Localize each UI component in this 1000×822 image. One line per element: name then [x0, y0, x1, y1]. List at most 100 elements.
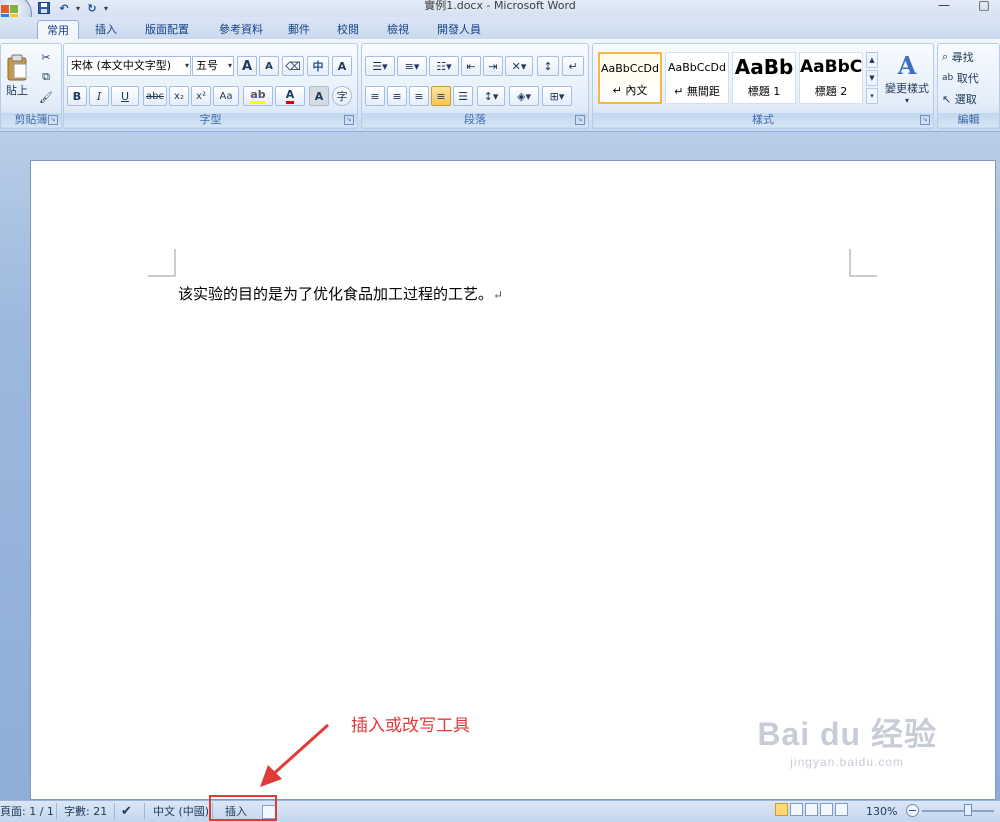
document-text[interactable]: 该实验的目的是为了优化食品加工过程的工艺。↵ [178, 283, 503, 304]
chevron-down-icon: ▾ [227, 61, 232, 70]
status-bar: 頁面: 1 / 1 字數: 21 ✔ 中文 (中國) 插入 130% − [0, 800, 1000, 822]
asian-layout-icon[interactable]: ✕▾ [505, 56, 533, 76]
enclose-characters-icon[interactable]: 字 [332, 86, 352, 106]
minimize-button[interactable]: — [935, 0, 953, 12]
page-count[interactable]: 頁面: 1 / 1 [0, 804, 54, 819]
styles-more-icon[interactable]: ▾ [866, 88, 878, 104]
format-painter-icon[interactable]: 🖌 [35, 88, 57, 106]
margin-corner-top-left [148, 249, 176, 277]
editing-group-label: 編輯 [938, 113, 999, 127]
shrink-font-button[interactable]: A [259, 56, 279, 76]
draft-view-icon[interactable] [835, 803, 848, 816]
tab-home[interactable]: 常用 [37, 20, 79, 40]
find-button[interactable]: ⌕ 尋找 [942, 48, 998, 66]
zoom-slider-thumb[interactable] [964, 804, 972, 816]
zoom-out-icon[interactable]: − [906, 804, 919, 817]
font-launcher-icon[interactable]: ↘ [344, 115, 354, 125]
align-left-icon[interactable]: ≡ [365, 86, 385, 106]
style-sample: AaBb [734, 55, 794, 79]
status-divider [114, 803, 115, 819]
full-screen-reading-icon[interactable] [790, 803, 803, 816]
style-sample: AaBbC [800, 57, 862, 77]
select-button[interactable]: ↖ 選取 [942, 90, 998, 108]
styles-scroll-down-icon[interactable]: ▼ [866, 70, 878, 86]
grow-font-button[interactable]: A [237, 56, 257, 76]
language-indicator[interactable]: 中文 (中國) [153, 804, 209, 819]
watermark-url: jingyan.baidu.com [790, 755, 905, 769]
bullets-icon[interactable]: ☰▾ [365, 56, 395, 76]
outline-view-icon[interactable] [820, 803, 833, 816]
tab-page-layout[interactable]: 版面配置 [136, 20, 198, 39]
styles-scroll-up-icon[interactable]: ▲ [866, 52, 878, 68]
cut-icon[interactable]: ✂ [35, 48, 57, 66]
decrease-indent-icon[interactable]: ⇤ [461, 56, 481, 76]
change-case-button[interactable]: Aa [213, 86, 239, 106]
word-count[interactable]: 字數: 21 [64, 804, 107, 819]
character-border-icon[interactable]: A [332, 56, 352, 76]
change-styles-button[interactable]: A 變更樣式 ▾ [882, 48, 932, 108]
multilevel-list-icon[interactable]: ☷▾ [429, 56, 459, 76]
show-marks-icon[interactable]: ↵ [562, 56, 584, 76]
strikethrough-button[interactable]: abc [143, 86, 167, 106]
numbering-icon[interactable]: ≡▾ [397, 56, 427, 76]
tab-references[interactable]: 參考資料 [210, 20, 272, 39]
paste-button[interactable]: 貼上 [3, 48, 31, 104]
watermark: Bai du 经验 jingyan.baidu.com [757, 709, 937, 769]
document-page[interactable]: 该实验的目的是为了优化食品加工过程的工艺。↵ 插入或改写工具 Bai du 经验… [30, 160, 996, 800]
replace-button[interactable]: ab 取代 [942, 69, 998, 87]
zoom-level[interactable]: 130% [866, 804, 897, 819]
style-tile-heading-2[interactable]: AaBbC 標題 2 [799, 52, 863, 104]
find-label: 尋找 [951, 51, 974, 64]
change-styles-label: 變更樣式 [885, 82, 929, 95]
line-spacing-icon[interactable]: ↕▾ [477, 86, 505, 106]
bold-button[interactable]: B [67, 86, 87, 106]
sort-icon[interactable]: ↕ [537, 56, 559, 76]
phonetic-guide-icon[interactable]: 中 [307, 56, 329, 76]
shading-icon[interactable]: ◈▾ [509, 86, 539, 106]
highlight-color-icon[interactable]: ab [243, 86, 273, 106]
style-tile-heading-1[interactable]: AaBb 標題 1 [732, 52, 796, 104]
proofing-icon[interactable]: ✔ [121, 804, 132, 819]
style-tile-no-spacing[interactable]: AaBbCcDd ↵ 無間距 [665, 52, 729, 104]
justify-icon[interactable]: ≡ [431, 86, 451, 106]
font-name-value: 宋体 (本文中文字型) [71, 59, 172, 72]
paragraph-launcher-icon[interactable]: ↘ [575, 115, 585, 125]
tab-developer[interactable]: 開發人員 [428, 20, 490, 39]
style-tile-normal[interactable]: AaBbCcDd ↵ 內文 [598, 52, 662, 104]
align-right-icon[interactable]: ≡ [409, 86, 429, 106]
superscript-button[interactable]: x² [191, 86, 211, 106]
annotation-label: 插入或改写工具 [351, 716, 470, 736]
maximize-button[interactable]: □ [975, 0, 993, 12]
clear-formatting-icon[interactable]: ⌫ [282, 56, 304, 76]
font-name-select[interactable]: 宋体 (本文中文字型) ▾ [67, 56, 191, 76]
tab-mailings[interactable]: 郵件 [283, 20, 315, 39]
clipboard-launcher-icon[interactable]: ↘ [48, 115, 58, 125]
print-layout-icon[interactable] [775, 803, 788, 816]
view-buttons [775, 803, 848, 816]
borders-icon[interactable]: ⊞▾ [542, 86, 572, 106]
copy-icon[interactable]: ⧉ [35, 68, 57, 86]
styles-launcher-icon[interactable]: ↘ [920, 115, 930, 125]
style-sample: AaBbCcDd [668, 61, 726, 74]
ribbon: 貼上 ✂ ⧉ 🖌 剪貼簿 ↘ 宋体 (本文中文字型) ▾ 五号 ▾ A A ⌫ … [0, 39, 1000, 132]
tab-view[interactable]: 檢視 [380, 20, 416, 39]
underline-button[interactable]: U [111, 86, 139, 106]
cursor-icon: ↖ [942, 92, 952, 106]
increase-indent-icon[interactable]: ⇥ [483, 56, 503, 76]
subscript-button[interactable]: x₂ [169, 86, 189, 106]
window-title: 實例1.docx - Microsoft Word [424, 0, 576, 12]
style-sample: AaBbCcDd [601, 62, 659, 75]
web-layout-icon[interactable] [805, 803, 818, 816]
font-color-button[interactable]: A [275, 86, 305, 106]
tab-review[interactable]: 校閱 [328, 20, 368, 39]
character-shading-icon[interactable]: A [309, 86, 329, 106]
paragraph-group-label: 段落 [362, 113, 588, 127]
italic-button[interactable]: I [89, 86, 109, 106]
distribute-icon[interactable]: ☰ [453, 86, 473, 106]
chevron-down-icon: ▾ [904, 96, 909, 105]
align-center-icon[interactable]: ≡ [387, 86, 407, 106]
clipboard-group: 貼上 ✂ ⧉ 🖌 剪貼簿 ↘ [0, 43, 62, 129]
tab-insert[interactable]: 插入 [88, 20, 124, 39]
zoom-slider[interactable] [922, 810, 994, 812]
font-size-select[interactable]: 五号 ▾ [192, 56, 234, 76]
